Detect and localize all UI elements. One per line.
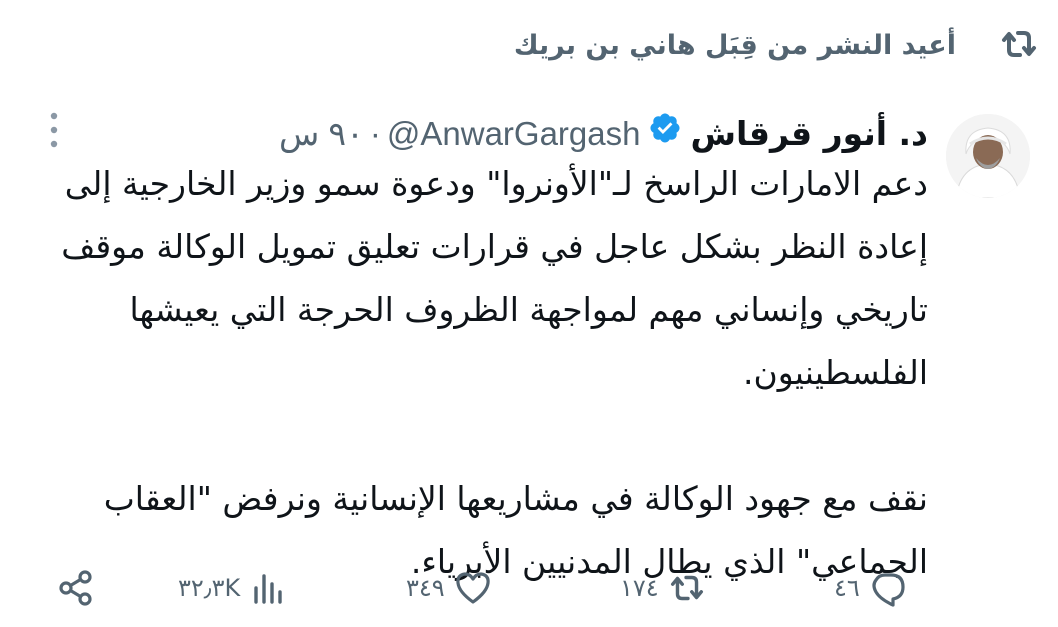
reply-count: ٤٦ xyxy=(834,574,860,602)
views-count: ٣٢٫٣K xyxy=(178,574,241,602)
like-button[interactable]: ٣٤٩ xyxy=(406,566,493,610)
retweet-icon xyxy=(670,575,703,601)
author-name[interactable]: د. أنور قرقاش xyxy=(690,110,928,158)
tweet-time[interactable]: ٩٠ س xyxy=(279,110,364,158)
retweet-count: ١٧٤ xyxy=(620,574,659,602)
verified-badge-icon xyxy=(640,110,690,158)
reposted-by-label[interactable]: أعيد النشر من قِبَل هاني بن بريك xyxy=(514,30,956,61)
author-handle[interactable]: @AnwarGargash xyxy=(387,110,641,158)
avatar[interactable] xyxy=(946,114,1030,198)
heart-icon xyxy=(455,572,490,604)
views-button[interactable]: ٣٢٫٣K xyxy=(178,566,288,610)
repost-icon xyxy=(1002,31,1036,57)
more-options-icon[interactable] xyxy=(42,110,66,150)
share-icon xyxy=(59,570,92,606)
tweet-text: دعم الامارات الراسخ لـ"الأونروا" ودعوة س… xyxy=(33,152,928,593)
tweet-paragraph: دعم الامارات الراسخ لـ"الأونروا" ودعوة س… xyxy=(50,164,928,392)
reply-icon xyxy=(872,573,905,607)
reply-button[interactable]: ٤٦ xyxy=(834,566,908,610)
retweet-button[interactable]: ١٧٤ xyxy=(620,566,707,610)
tweet-header: د. أنور قرقاش @AnwarGargash·٩٠ س xyxy=(279,108,928,158)
avatar-image xyxy=(946,114,1030,198)
share-button[interactable] xyxy=(56,566,96,610)
like-count: ٣٤٩ xyxy=(406,574,445,602)
separator-dot: · xyxy=(369,114,381,152)
views-chart-icon xyxy=(254,574,282,604)
